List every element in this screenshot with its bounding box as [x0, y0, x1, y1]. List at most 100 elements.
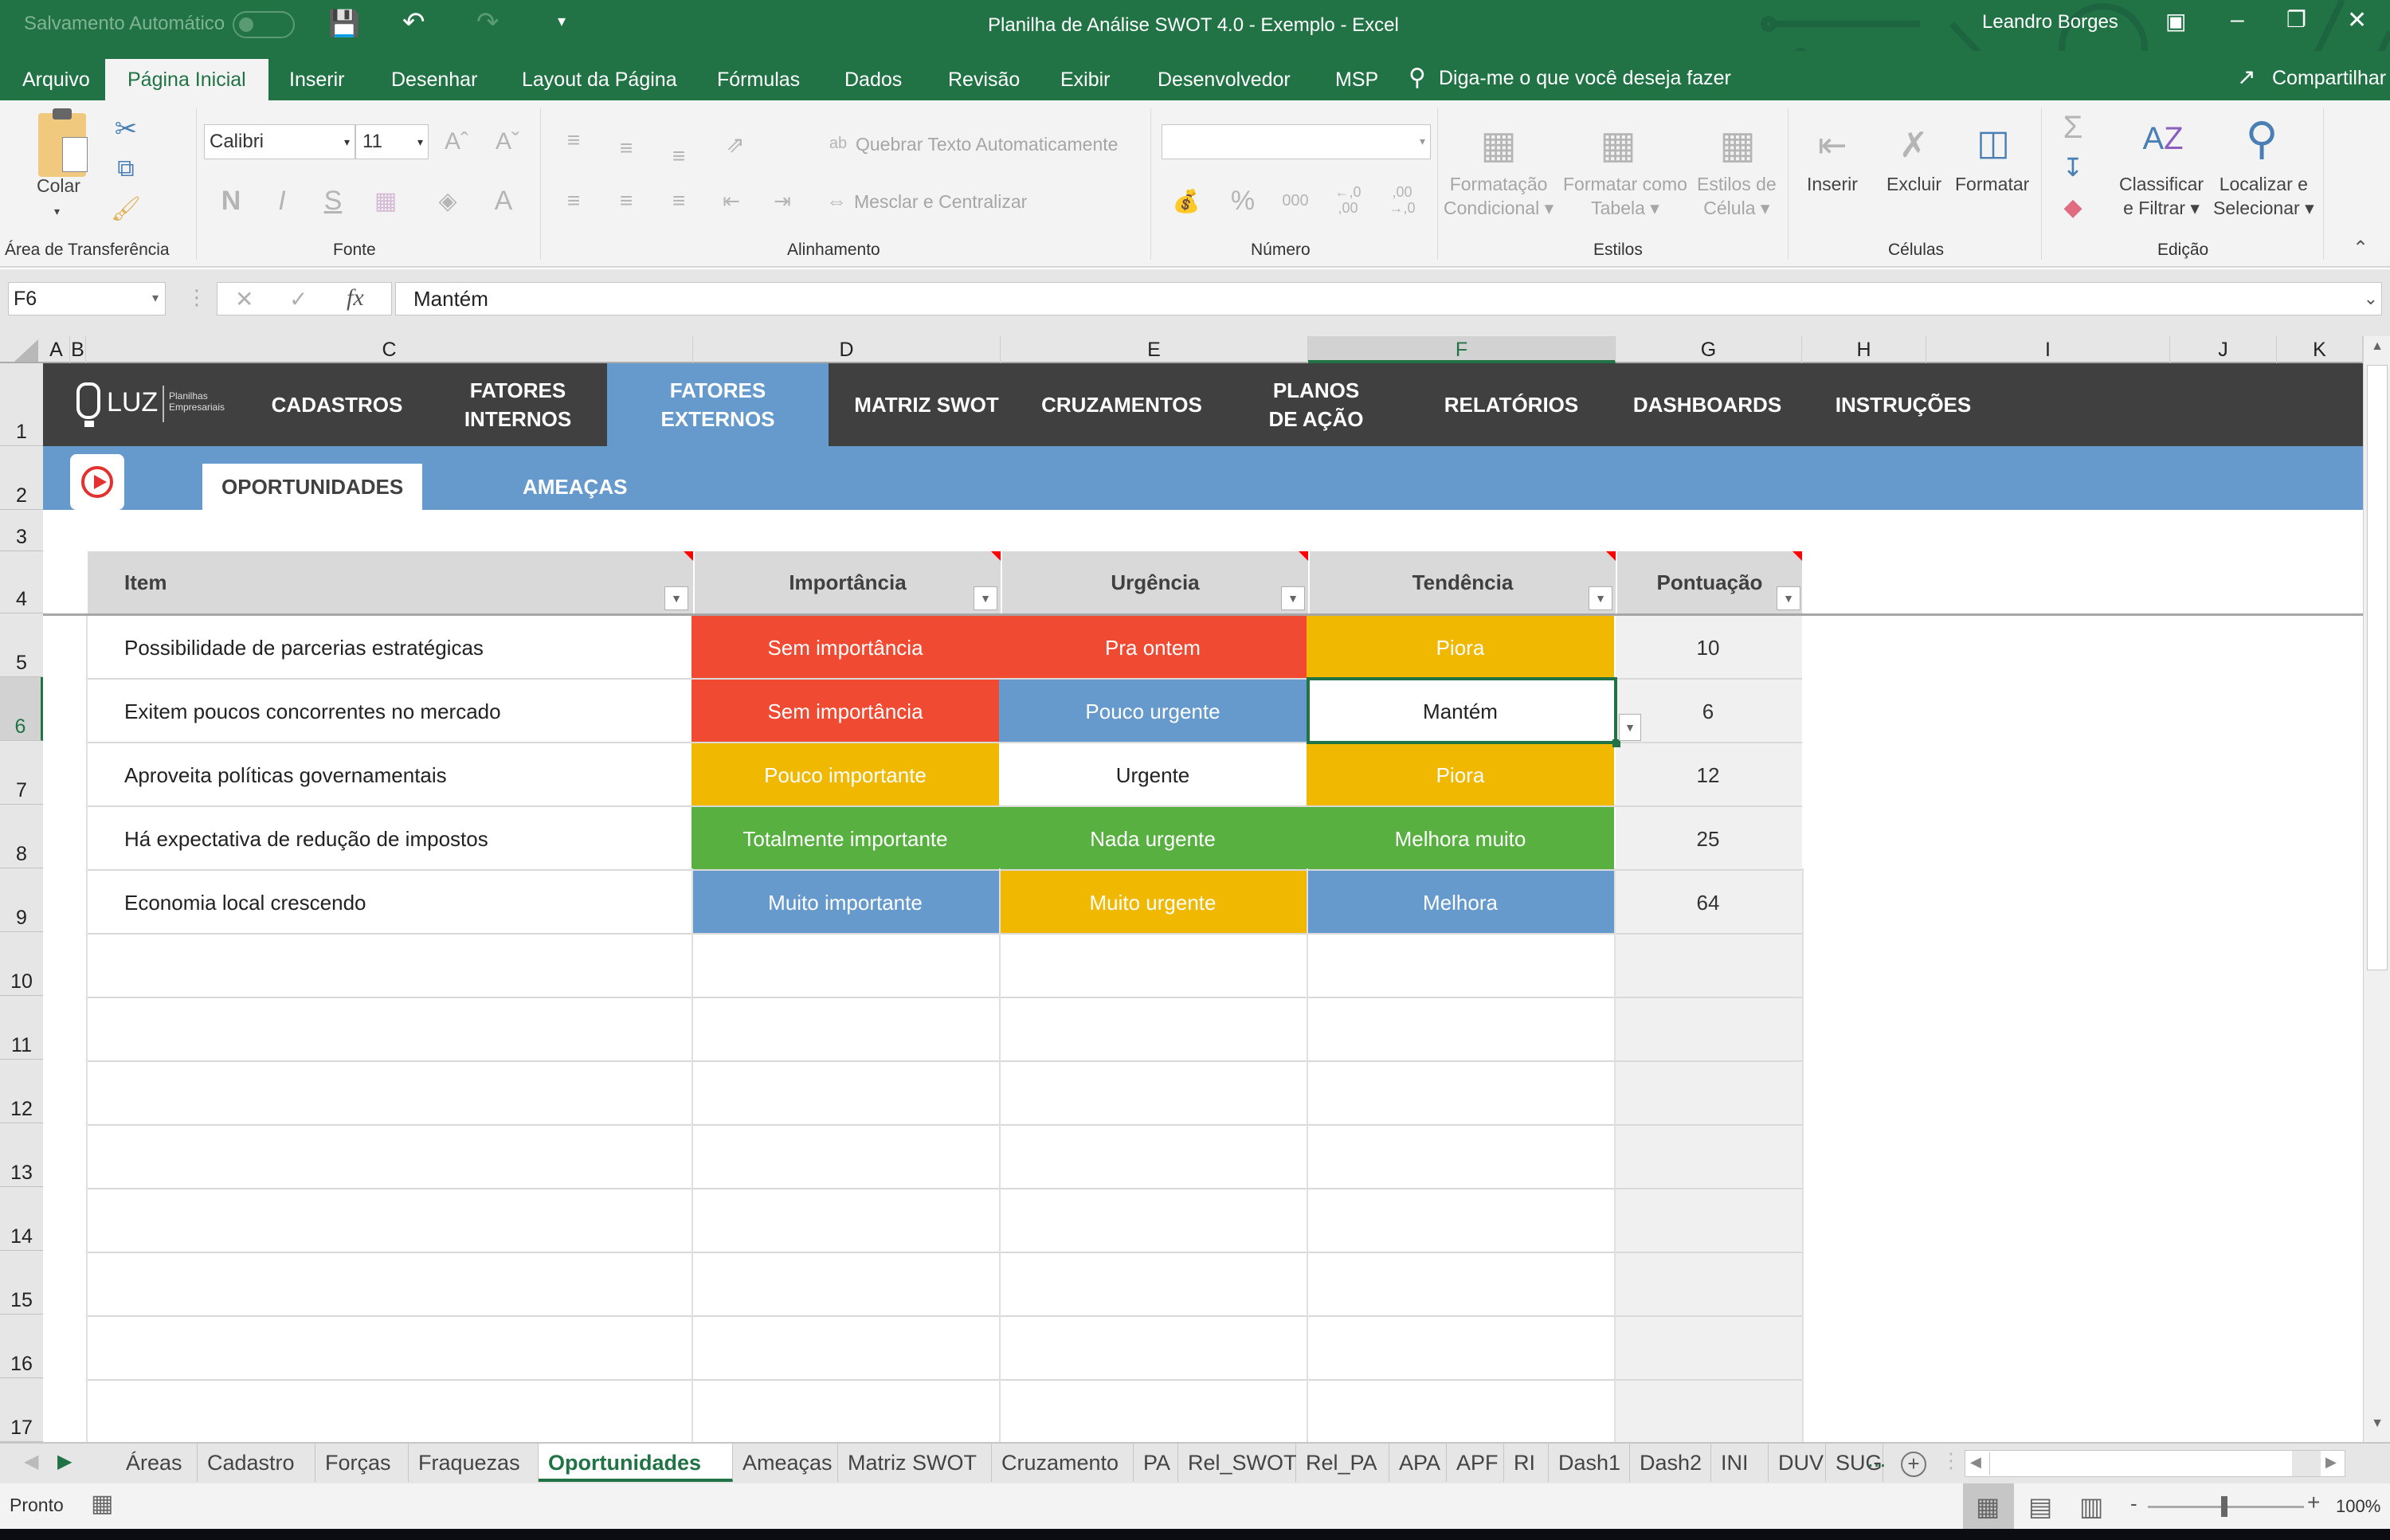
- align-middle-icon[interactable]: ≡: [610, 132, 642, 164]
- col-header-h[interactable]: H: [1802, 336, 1926, 363]
- insert-function-button[interactable]: fx: [347, 284, 364, 312]
- tab-desenhar[interactable]: Desenhar: [369, 59, 500, 100]
- row-header-8[interactable]: 8: [0, 805, 43, 868]
- redo-icon[interactable]: ↷: [476, 6, 500, 38]
- sheet-tab[interactable]: Cruzamento: [992, 1444, 1134, 1482]
- nav-fatores-externos[interactable]: FATORES EXTERNOS: [607, 363, 829, 446]
- cell-item[interactable]: Economia local crescendo: [86, 871, 692, 935]
- format-painter-icon[interactable]: 🖌: [110, 193, 142, 225]
- comment-indicator[interactable]: [1606, 551, 1616, 561]
- font-name-select[interactable]: Calibri ▾: [204, 124, 355, 159]
- hscroll-thumb[interactable]: [1989, 1452, 2289, 1475]
- comment-indicator[interactable]: [1792, 551, 1802, 561]
- save-icon[interactable]: 💾: [328, 8, 360, 38]
- page-break-icon[interactable]: ▥: [2079, 1491, 2103, 1522]
- orientation-icon[interactable]: ⇗: [715, 124, 755, 164]
- nav-matriz-swot[interactable]: MATRIZ SWOT: [829, 363, 1025, 446]
- increase-indent-icon[interactable]: ⇥: [766, 185, 798, 217]
- conditional-format-icon[interactable]: ▦: [1471, 113, 1526, 177]
- col-header-k[interactable]: K: [2277, 336, 2363, 363]
- sheet-tab[interactable]: RI: [1504, 1444, 1549, 1482]
- fill-icon[interactable]: ↧: [2055, 150, 2090, 185]
- cell-urgencia[interactable]: Nada urgente: [999, 807, 1307, 871]
- vertical-scrollbar[interactable]: ▲ ▼: [2363, 336, 2390, 1442]
- cell-tendencia[interactable]: Melhora muito: [1307, 807, 1614, 871]
- cell-pontuacao[interactable]: 6: [1614, 680, 1802, 743]
- sort-filter-icon[interactable]: AZ: [2135, 108, 2191, 169]
- tab-dados[interactable]: Dados: [822, 59, 924, 100]
- tell-me-input[interactable]: Diga-me o que você deseja fazer: [1439, 67, 1731, 90]
- align-bottom-icon[interactable]: ≡: [663, 140, 695, 172]
- undo-icon[interactable]: ↶: [402, 6, 425, 38]
- filter-dropdown-urgencia[interactable]: ▼: [1281, 586, 1305, 610]
- col-header-c[interactable]: C: [86, 336, 693, 363]
- sheet-tab[interactable]: APF: [1447, 1444, 1504, 1482]
- cell-urgencia[interactable]: Urgente: [999, 743, 1307, 807]
- row-header-5[interactable]: 5: [0, 613, 43, 677]
- comment-indicator[interactable]: [991, 551, 1001, 561]
- sort-filter-button[interactable]: Classificar e Filtrar ▾: [2119, 172, 2204, 220]
- row-header-16[interactable]: 16: [0, 1315, 43, 1378]
- italic-button[interactable]: I: [266, 183, 298, 218]
- cell-importancia[interactable]: Pouco importante: [692, 743, 999, 807]
- video-button[interactable]: [70, 454, 124, 510]
- cell-tendencia[interactable]: Piora: [1307, 616, 1614, 680]
- format-cells-icon[interactable]: ◫: [1963, 108, 2024, 177]
- conditional-format-button[interactable]: Formatação Condicional ▾: [1444, 172, 1554, 220]
- paste-icon[interactable]: [38, 108, 88, 177]
- sheet-tab[interactable]: Áreas: [116, 1444, 198, 1482]
- cell-pontuacao[interactable]: 64: [1614, 871, 1802, 935]
- zoom-level[interactable]: 100%: [2336, 1496, 2380, 1517]
- sheet-tab[interactable]: Rel_PA: [1296, 1444, 1389, 1482]
- cell-styles-icon[interactable]: ▦: [1710, 113, 1765, 177]
- add-sheet-button[interactable]: +: [1901, 1452, 1926, 1477]
- font-color-icon[interactable]: A: [486, 183, 521, 218]
- more-sheets-button[interactable]: ...: [1867, 1447, 1886, 1472]
- scroll-tabs-left-icon[interactable]: ◀: [24, 1450, 38, 1473]
- cell-tendencia[interactable]: Melhora: [1307, 871, 1614, 935]
- paste-dropdown-icon[interactable]: ▾: [54, 199, 60, 223]
- cell-item[interactable]: Exitem poucos concorrentes no mercado: [86, 680, 692, 743]
- formula-bar-grip[interactable]: ⋮: [186, 285, 207, 310]
- format-as-table-icon[interactable]: ▦: [1590, 113, 1646, 177]
- col-header-b[interactable]: B: [70, 336, 86, 363]
- col-header-e[interactable]: E: [1001, 336, 1308, 363]
- cell-styles-button[interactable]: Estilos de Célula ▾: [1697, 172, 1777, 220]
- tab-splitter[interactable]: ⋮: [1941, 1448, 1961, 1473]
- delete-cells-icon[interactable]: ✗: [1883, 113, 1944, 177]
- sheet-tab[interactable]: PA: [1134, 1444, 1178, 1482]
- scroll-down-icon[interactable]: ▼: [2367, 1417, 2388, 1437]
- merge-center-button[interactable]: Mesclar e Centralizar: [854, 190, 1027, 214]
- col-header-g[interactable]: G: [1616, 336, 1802, 363]
- row-header-14[interactable]: 14: [0, 1187, 43, 1251]
- tab-exibir[interactable]: Exibir: [1038, 59, 1133, 100]
- worksheet[interactable]: LUZ Planilhas Empresariais CADASTROS FATO…: [43, 363, 2363, 1442]
- row-header-7[interactable]: 7: [0, 741, 43, 805]
- autosum-icon[interactable]: Σ: [2055, 110, 2090, 145]
- cell-urgencia[interactable]: Pouco urgente: [999, 680, 1307, 743]
- cut-icon[interactable]: ✂: [110, 113, 142, 145]
- share-button[interactable]: Compartilhar: [2272, 67, 2386, 90]
- sheet-tab[interactable]: Fraquezas: [409, 1444, 539, 1482]
- cell-importancia[interactable]: Totalmente importante: [692, 807, 999, 871]
- name-box[interactable]: F6 ▾: [8, 282, 166, 315]
- sheet-tab[interactable]: Oportunidades: [539, 1444, 733, 1482]
- user-name[interactable]: Leandro Borges: [1982, 11, 2118, 33]
- filter-dropdown-tendencia[interactable]: ▼: [1589, 586, 1612, 610]
- underline-button[interactable]: S: [317, 183, 349, 218]
- horizontal-scrollbar[interactable]: ◀ ▶: [1965, 1450, 2345, 1477]
- zoom-out-button[interactable]: -: [2130, 1491, 2137, 1516]
- close-icon[interactable]: ✕: [2347, 6, 2367, 34]
- comment-indicator[interactable]: [1299, 551, 1308, 561]
- row-header-17[interactable]: 17: [0, 1378, 43, 1442]
- cell-tendencia[interactable]: Piora: [1307, 743, 1614, 807]
- copy-icon[interactable]: ⧉: [110, 153, 142, 185]
- tab-layout-pagina[interactable]: Layout da Página: [500, 59, 699, 100]
- row-header-11[interactable]: 11: [0, 996, 43, 1060]
- zoom-in-button[interactable]: +: [2307, 1490, 2320, 1515]
- sheet-tab[interactable]: Matriz SWOT: [838, 1444, 992, 1482]
- cell-importancia[interactable]: Muito importante: [692, 871, 999, 935]
- percent-button[interactable]: %: [1225, 183, 1260, 218]
- filter-dropdown-importancia[interactable]: ▼: [974, 586, 997, 610]
- cell-urgencia[interactable]: Pra ontem: [999, 616, 1307, 680]
